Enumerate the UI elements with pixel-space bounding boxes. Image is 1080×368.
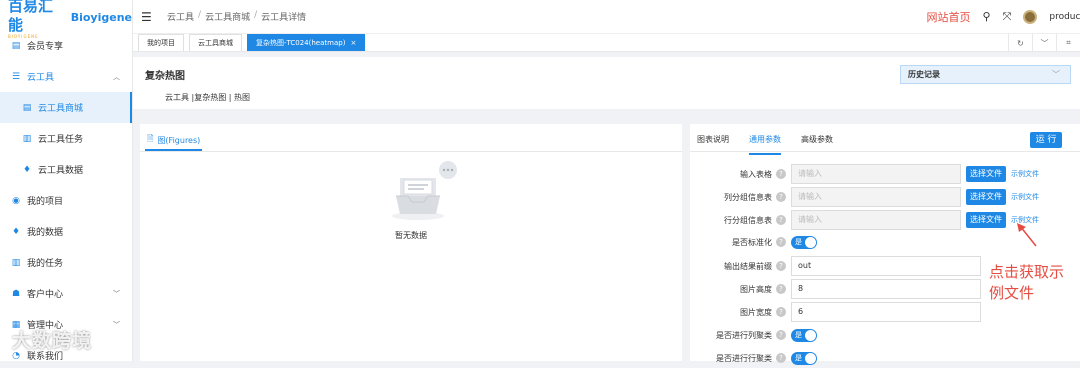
tab-figures[interactable]: 🗎 图(Figures) <box>145 131 203 151</box>
help-icon[interactable]: ? <box>776 353 786 363</box>
sidebar-item-cloud-tools[interactable]: ☰ 云工具 ︿ <box>0 61 132 92</box>
field-label: 列分组信息表 <box>724 192 772 202</box>
sidebar-item-member[interactable]: ▤ 会员专享 <box>0 30 132 61</box>
expand-icon[interactable]: ⌗ <box>1056 34 1080 52</box>
help-icon[interactable]: ? <box>776 261 786 271</box>
sidebar-item-my-data[interactable]: ♦ 我的数据 <box>0 216 132 247</box>
help-icon[interactable]: ? <box>776 169 786 179</box>
mall-icon: ▤ <box>22 102 32 113</box>
chevron-down-icon: ﹀ <box>1052 70 1060 79</box>
tab-heatmap[interactable]: 复杂热图-TC024(heatmap) × <box>247 34 366 51</box>
help-icon[interactable]: ? <box>776 237 786 247</box>
help-icon[interactable]: ? <box>776 307 786 317</box>
row-cluster-toggle[interactable]: 是 <box>791 351 817 365</box>
close-icon[interactable]: × <box>350 39 356 47</box>
choose-file-button[interactable]: 选择文件 <box>966 212 1006 228</box>
user-name[interactable]: product <box>1049 12 1080 22</box>
data-icon: ♦ <box>22 164 32 175</box>
breadcrumb-item[interactable]: 云工具商城 <box>205 10 250 23</box>
image-height-field[interactable]: 8 <box>791 279 981 299</box>
example-file-link[interactable]: 示例文件 <box>1011 169 1039 179</box>
sidebar-item-my-tasks[interactable]: ▥ 我的任务 <box>0 247 132 278</box>
refresh-icon[interactable]: ↻ <box>1008 34 1032 52</box>
field-label: 输入表格 <box>740 169 772 179</box>
input-table-field[interactable]: 请输入 <box>791 164 961 184</box>
menu-fold-icon[interactable]: ☰ <box>141 10 157 24</box>
chevron-up-icon: ︿ <box>113 72 120 81</box>
page-header: 复杂热图 云工具 |复杂热图 | 热图 历史记录 ﹀ <box>133 57 1080 109</box>
history-select[interactable]: 历史记录 ﹀ <box>900 65 1071 84</box>
field-row: 是否进行行聚类 ? 是 <box>690 348 1080 368</box>
empty-box-icon <box>392 161 457 220</box>
page-title: 复杂热图 <box>145 71 185 82</box>
home-link[interactable]: 网站首页 <box>927 9 971 25</box>
tab-tool-mall[interactable]: 云工具商城 <box>189 34 242 51</box>
figures-panel: 🗎 图(Figures) 暂无数据 <box>140 124 682 361</box>
field-label: 是否标准化 <box>732 237 772 247</box>
watermark: 大数跨境 <box>12 330 93 352</box>
sidebar: 百易汇能 BIOYIGENE Bioyigene ▤ 会员专享 ☰ 云工具 ︿ ▤ 云工… <box>0 0 133 361</box>
my-task-icon: ▥ <box>11 257 21 268</box>
field-row: 列分组信息表 ? 请输入 选择文件 示例文件 <box>690 187 1080 207</box>
breadcrumb-item[interactable]: 云工具 <box>167 10 194 23</box>
sidebar-item-tool-tasks[interactable]: ▥ 云工具任务 <box>0 123 132 154</box>
normalize-toggle[interactable]: 是 <box>791 235 817 249</box>
run-button[interactable]: 运 行 <box>1030 132 1062 148</box>
field-label: 图片宽度 <box>740 307 772 317</box>
my-data-icon: ♦ <box>11 226 21 237</box>
field-label: 是否进行行聚类 <box>716 353 772 363</box>
tabs-bar: 我的项目 云工具商城 复杂热图-TC024(heatmap) × ↻ ﹀ ⌗ <box>133 34 1080 52</box>
field-label: 图片高度 <box>740 284 772 294</box>
annotation-arrow-icon <box>1017 223 1037 247</box>
avatar[interactable] <box>1023 9 1038 24</box>
output-prefix-field[interactable]: out <box>791 256 981 276</box>
tab-my-projects[interactable]: 我的项目 <box>138 34 184 51</box>
chevron-down-icon[interactable]: ﹀ <box>1032 34 1056 52</box>
empty-text: 暂无数据 <box>395 231 427 240</box>
image-width-field[interactable]: 6 <box>791 302 981 322</box>
breadcrumb-item: 云工具详情 <box>261 13 307 23</box>
logo[interactable]: 百易汇能 BIOYIGENE Bioyigene <box>0 0 132 39</box>
task-icon: ▥ <box>22 133 32 144</box>
choose-file-button[interactable]: 选择文件 <box>966 166 1006 182</box>
sidebar-item-customer-center[interactable]: ☗ 客户中心 ﹀ <box>0 278 132 309</box>
logo-cn: 百易汇能 <box>8 0 54 34</box>
fullscreen-icon[interactable]: ⤧ <box>1003 10 1012 24</box>
help-icon[interactable]: ? <box>776 215 786 225</box>
chevron-down-icon: ﹀ <box>113 320 120 329</box>
sidebar-item-my-projects[interactable]: ◉ 我的项目 <box>0 185 132 216</box>
sidebar-item-tool-mall[interactable]: ▤ 云工具商城 <box>0 92 132 123</box>
col-cluster-toggle[interactable]: 是 <box>791 328 817 342</box>
customer-icon: ☗ <box>11 288 21 299</box>
document-icon: 🗎 <box>147 134 154 143</box>
page-subtitle: 云工具 |复杂热图 | 热图 <box>165 93 251 102</box>
field-row: 输入表格 ? 请输入 选择文件 示例文件 <box>690 164 1080 184</box>
example-file-link[interactable]: 示例文件 <box>1011 192 1039 202</box>
field-label: 输出结果前缀 <box>724 261 772 271</box>
annotation-text: 点击获取示例文件 <box>989 263 1065 302</box>
choose-file-button[interactable]: 选择文件 <box>966 189 1006 205</box>
search-icon[interactable]: ⚲ <box>983 10 991 23</box>
member-icon: ▤ <box>11 40 21 51</box>
field-label: 是否进行列聚类 <box>716 330 772 340</box>
help-icon[interactable]: ? <box>776 330 786 340</box>
top-bar: ☰ 云工具/ 云工具商城/ 云工具详情 网站首页 ⚲ ⤧ product <box>133 0 1080 34</box>
chevron-down-icon: ﹀ <box>113 289 120 298</box>
sidebar-item-tool-data[interactable]: ♦ 云工具数据 <box>0 154 132 185</box>
field-row: 图片宽度 ? 6 <box>690 302 1080 322</box>
cloud-tool-icon: ☰ <box>11 71 21 82</box>
field-label: 行分组信息表 <box>724 215 772 225</box>
row-group-field[interactable]: 请输入 <box>791 210 961 230</box>
logo-en: Bioyigene <box>70 10 132 24</box>
breadcrumb: 云工具 / 云工具商城 / 云工具详情 <box>167 10 307 23</box>
help-icon[interactable]: ? <box>776 192 786 202</box>
field-row: 是否进行列聚类 ? 是 <box>690 325 1080 345</box>
col-group-field[interactable]: 请输入 <box>791 187 961 207</box>
help-icon[interactable]: ? <box>776 284 786 294</box>
project-icon: ◉ <box>12 195 20 206</box>
